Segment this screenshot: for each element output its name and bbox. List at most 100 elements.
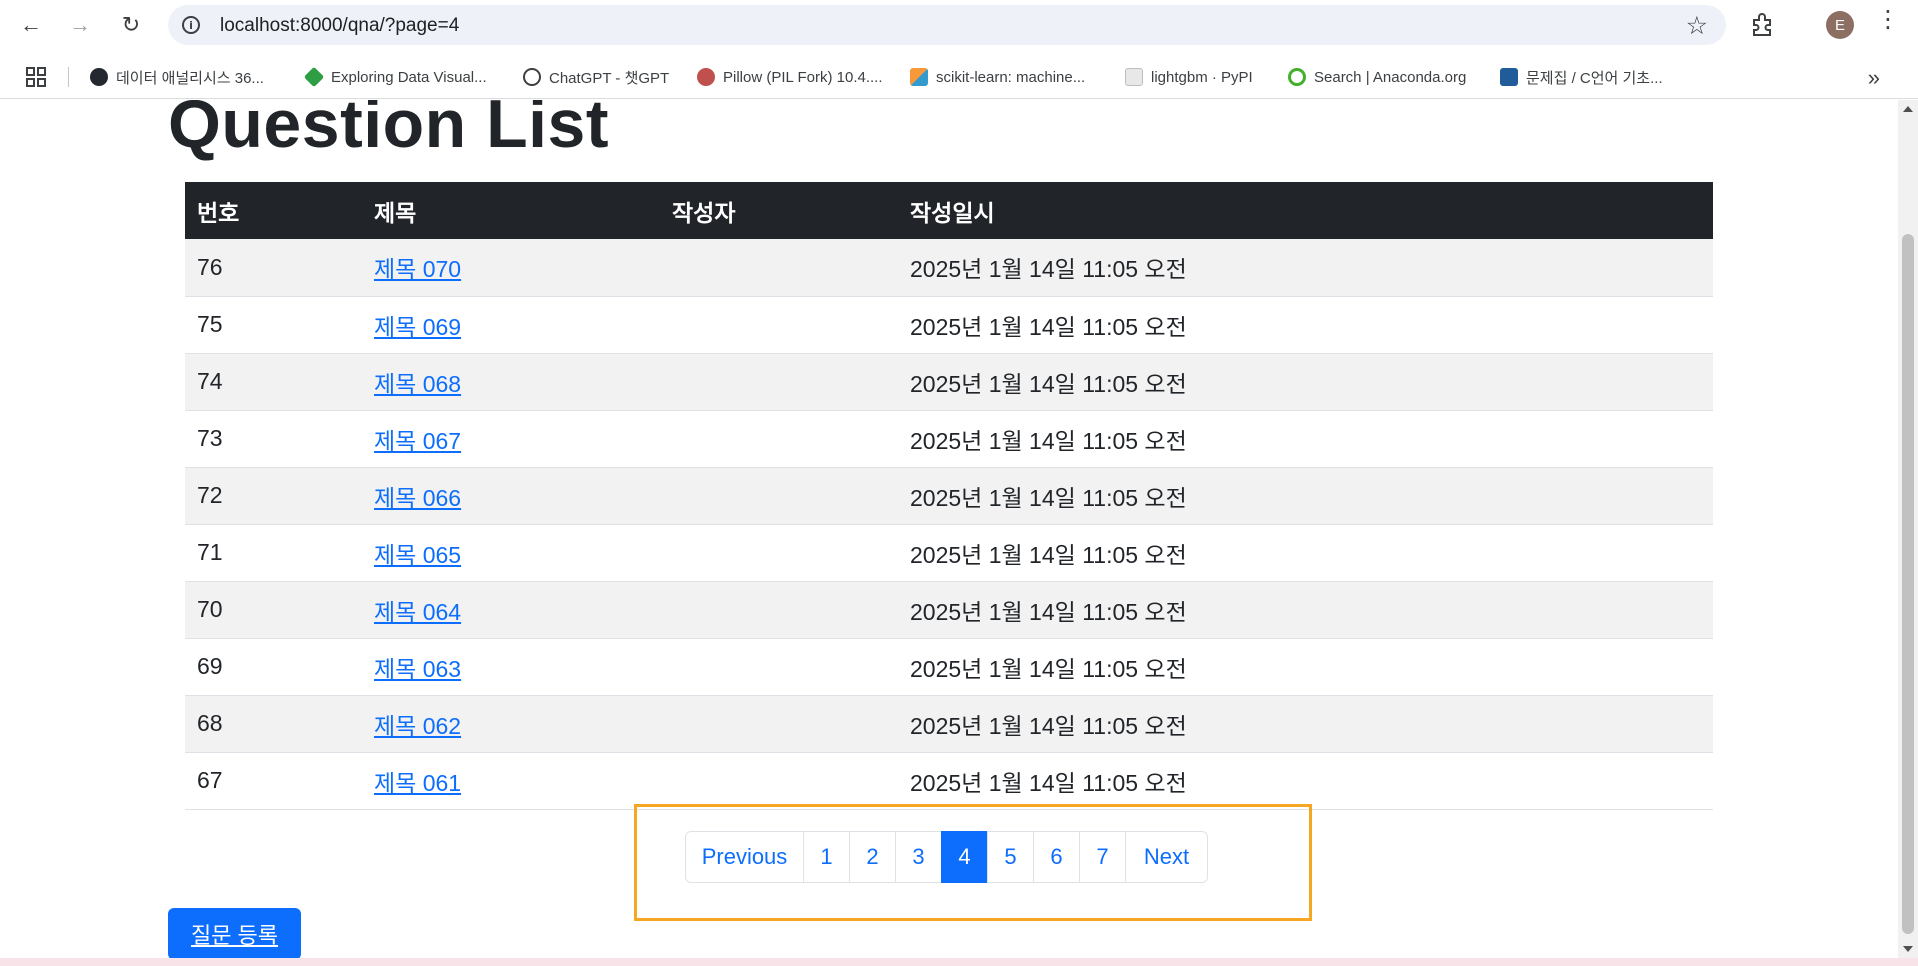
row-number: 71 bbox=[197, 539, 223, 565]
pagination-previous[interactable]: Previous bbox=[685, 831, 804, 883]
bookmark-item[interactable]: 문제집 / C언어 기초... bbox=[1500, 65, 1663, 89]
github-icon bbox=[90, 68, 108, 86]
bookmark-label: ChatGPT - 챗GPT bbox=[549, 69, 670, 87]
row-date: 2025년 1월 14일 11:05 오전 bbox=[910, 313, 1187, 340]
pagination-page-4-current[interactable]: 4 bbox=[941, 831, 988, 883]
row-date: 2025년 1월 14일 11:05 오전 bbox=[910, 598, 1187, 625]
scroll-down-arrow-icon[interactable] bbox=[1903, 946, 1913, 952]
scikit-learn-icon bbox=[910, 68, 928, 86]
pagination: Previous 1 2 3 4 5 6 7 Next bbox=[685, 831, 1208, 883]
table-row: 67 제목 061 2025년 1월 14일 11:05 오전 bbox=[185, 752, 1713, 809]
back-arrow-icon[interactable]: ← bbox=[16, 10, 46, 40]
codeup-icon bbox=[1500, 68, 1518, 86]
bookmark-item[interactable]: ChatGPT - 챗GPT bbox=[523, 65, 669, 89]
pagination-page-7[interactable]: 7 bbox=[1079, 831, 1126, 883]
taskbar-edge bbox=[0, 958, 1918, 966]
pagination-next[interactable]: Next bbox=[1125, 831, 1208, 883]
row-date: 2025년 1월 14일 11:05 오전 bbox=[910, 541, 1187, 568]
bookmark-item[interactable]: 데이터 애널리시스 36... bbox=[90, 65, 264, 89]
row-author bbox=[660, 638, 898, 695]
table-row: 71 제목 065 2025년 1월 14일 11:05 오전 bbox=[185, 524, 1713, 581]
row-number: 67 bbox=[197, 767, 223, 793]
row-subject-cell: 제목 068 bbox=[362, 353, 660, 410]
header-subject: 제목 bbox=[374, 199, 417, 226]
bookmarks-bar: 데이터 애널리시스 36... Exploring Data Visual...… bbox=[0, 55, 1918, 99]
row-date: 2025년 1월 14일 11:05 오전 bbox=[910, 256, 1187, 283]
pagination-page-2[interactable]: 2 bbox=[849, 831, 896, 883]
question-link[interactable]: 제목 069 bbox=[374, 314, 461, 340]
row-number: 75 bbox=[197, 311, 223, 337]
bookmark-label: Exploring Data Visual... bbox=[331, 68, 487, 86]
browser-toolbar: ← → ↻ i localhost:8000/qna/?page=4 ☆ E ⋮ bbox=[0, 0, 1918, 50]
page-viewport: Question List 번호 제목 작성자 작성일시 76 제목 070 2… bbox=[0, 100, 1898, 958]
reload-icon[interactable]: ↻ bbox=[116, 10, 146, 40]
bookmark-label: scikit-learn: machine... bbox=[936, 68, 1086, 86]
pagination-page-1[interactable]: 1 bbox=[803, 831, 850, 883]
pagination-page-3[interactable]: 3 bbox=[895, 831, 942, 883]
row-subject-cell: 제목 067 bbox=[362, 410, 660, 467]
row-subject-cell: 제목 065 bbox=[362, 524, 660, 581]
browser-menu-icon[interactable]: ⋮ bbox=[1876, 8, 1900, 32]
table-row: 72 제목 066 2025년 1월 14일 11:05 오전 bbox=[185, 467, 1713, 524]
address-bar[interactable]: i localhost:8000/qna/?page=4 ☆ bbox=[168, 5, 1726, 45]
openai-icon bbox=[523, 68, 541, 86]
pagination-page-5[interactable]: 5 bbox=[987, 831, 1034, 883]
header-number: 번호 bbox=[197, 199, 240, 226]
pagination-page-6[interactable]: 6 bbox=[1033, 831, 1080, 883]
question-link[interactable]: 제목 067 bbox=[374, 428, 461, 454]
row-author bbox=[660, 695, 898, 752]
page-scrollbar[interactable] bbox=[1898, 100, 1918, 958]
scroll-up-arrow-icon[interactable] bbox=[1903, 106, 1913, 112]
question-link[interactable]: 제목 068 bbox=[374, 371, 461, 397]
register-question-button[interactable]: 질문 등록 bbox=[168, 908, 301, 958]
extensions-icon[interactable] bbox=[1750, 12, 1776, 38]
row-author bbox=[660, 296, 898, 353]
bookmark-star-icon[interactable]: ☆ bbox=[1686, 11, 1708, 41]
question-link[interactable]: 제목 065 bbox=[374, 542, 461, 568]
profile-avatar[interactable]: E bbox=[1826, 11, 1854, 39]
row-date: 2025년 1월 14일 11:05 오전 bbox=[910, 769, 1187, 796]
site-info-icon[interactable]: i bbox=[182, 16, 200, 34]
bookmark-label: Pillow (PIL Fork) 10.4.... bbox=[723, 68, 883, 86]
bookmark-item[interactable]: Exploring Data Visual... bbox=[303, 65, 487, 89]
table-row: 76 제목 070 2025년 1월 14일 11:05 오전 bbox=[185, 239, 1713, 296]
question-link[interactable]: 제목 070 bbox=[374, 256, 461, 282]
bookmark-label: lightgbm · PyPI bbox=[1151, 68, 1253, 86]
green-diamond-icon bbox=[303, 66, 325, 88]
row-date: 2025년 1월 14일 11:05 오전 bbox=[910, 484, 1187, 511]
bookmark-item[interactable]: scikit-learn: machine... bbox=[910, 65, 1085, 89]
anaconda-icon bbox=[1288, 68, 1306, 86]
bookmark-item[interactable]: lightgbm · PyPI bbox=[1125, 65, 1253, 89]
scrollbar-thumb[interactable] bbox=[1902, 234, 1914, 934]
apps-grid-icon[interactable] bbox=[26, 67, 46, 87]
row-date: 2025년 1월 14일 11:05 오전 bbox=[910, 370, 1187, 397]
row-number: 74 bbox=[197, 368, 223, 394]
table-row: 69 제목 063 2025년 1월 14일 11:05 오전 bbox=[185, 638, 1713, 695]
question-table: 번호 제목 작성자 작성일시 76 제목 070 2025년 1월 14일 11… bbox=[185, 182, 1713, 810]
question-link[interactable]: 제목 062 bbox=[374, 713, 461, 739]
page-title: Question List bbox=[168, 100, 609, 162]
row-number: 72 bbox=[197, 482, 223, 508]
bookmark-label: Search | Anaconda.org bbox=[1314, 68, 1467, 86]
header-date: 작성일시 bbox=[910, 199, 995, 226]
url-text[interactable]: localhost:8000/qna/?page=4 bbox=[220, 15, 459, 37]
question-link[interactable]: 제목 061 bbox=[374, 770, 461, 796]
question-link[interactable]: 제목 064 bbox=[374, 599, 461, 625]
table-row: 75 제목 069 2025년 1월 14일 11:05 오전 bbox=[185, 296, 1713, 353]
question-link[interactable]: 제목 066 bbox=[374, 485, 461, 511]
row-subject-cell: 제목 062 bbox=[362, 695, 660, 752]
row-subject-cell: 제목 064 bbox=[362, 581, 660, 638]
bookmark-label: 문제집 / C언어 기초... bbox=[1526, 69, 1663, 87]
pypi-icon bbox=[1125, 68, 1143, 86]
row-author bbox=[660, 353, 898, 410]
bookmark-item[interactable]: Pillow (PIL Fork) 10.4.... bbox=[697, 65, 883, 89]
row-number: 69 bbox=[197, 653, 223, 679]
forward-arrow-icon[interactable]: → bbox=[65, 10, 95, 40]
table-row: 68 제목 062 2025년 1월 14일 11:05 오전 bbox=[185, 695, 1713, 752]
table-row: 73 제목 067 2025년 1월 14일 11:05 오전 bbox=[185, 410, 1713, 467]
bookmark-item[interactable]: Search | Anaconda.org bbox=[1288, 65, 1466, 89]
more-bookmarks-chevron-icon[interactable]: » bbox=[1868, 65, 1880, 91]
row-author bbox=[660, 581, 898, 638]
question-link[interactable]: 제목 063 bbox=[374, 656, 461, 682]
row-subject-cell: 제목 069 bbox=[362, 296, 660, 353]
